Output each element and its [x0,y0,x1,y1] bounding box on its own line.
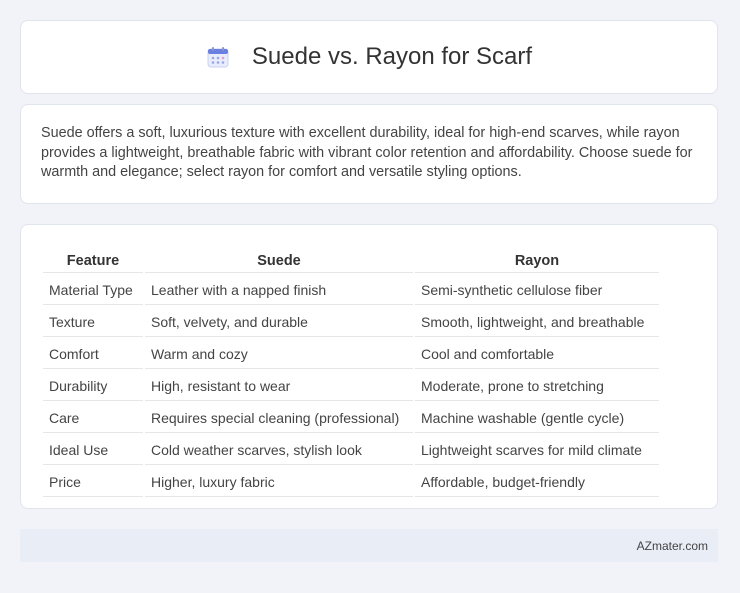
rayon-cell: Smooth, lightweight, and breathable [415,307,659,337]
table-row: Ideal Use Cold weather scarves, stylish … [43,435,659,465]
header-feature: Feature [43,247,143,273]
table-row: Texture Soft, velvety, and durable Smoot… [43,307,659,337]
header-rayon: Rayon [415,247,659,273]
feature-cell: Comfort [43,339,143,369]
rayon-cell: Affordable, budget-friendly [415,467,659,497]
feature-cell: Price [43,467,143,497]
table-row: Price Higher, luxury fabric Affordable, … [43,467,659,497]
header-card: Suede vs. Rayon for Scarf [20,20,718,94]
suede-cell: Leather with a napped finish [145,275,413,305]
footer-brand: AZmater.com [636,538,708,553]
rayon-cell: Machine washable (gentle cycle) [415,403,659,433]
suede-cell: Warm and cozy [145,339,413,369]
feature-cell: Durability [43,371,143,401]
header-suede: Suede [145,247,413,273]
rayon-cell: Moderate, prone to stretching [415,371,659,401]
intro-text: Suede offers a soft, luxurious texture w… [41,125,693,180]
feature-cell: Texture [43,307,143,337]
table-row: Care Requires special cleaning (professi… [43,403,659,433]
intro-card: Suede offers a soft, luxurious texture w… [20,104,718,204]
feature-cell: Ideal Use [43,435,143,465]
suede-cell: Higher, luxury fabric [145,467,413,497]
rayon-cell: Semi-synthetic cellulose fiber [415,275,659,305]
feature-cell: Material Type [43,275,143,305]
table-row: Durability High, resistant to wear Moder… [43,371,659,401]
suede-cell: Soft, velvety, and durable [145,307,413,337]
suede-cell: Requires special cleaning (professional) [145,403,413,433]
page-title: Suede vs. Rayon for Scarf [251,43,533,70]
table-header-row: Feature Suede Rayon [43,247,659,273]
table-card: Feature Suede Rayon Material Type Leathe… [20,224,718,509]
table-row: Material Type Leather with a napped fini… [43,275,659,305]
feature-cell: Care [43,403,143,433]
footer: AZmater.com [20,529,718,562]
comparison-table: Feature Suede Rayon Material Type Leathe… [41,245,661,499]
rayon-cell: Cool and comfortable [415,339,659,369]
suede-cell: High, resistant to wear [145,371,413,401]
rayon-cell: Lightweight scarves for mild climate [415,435,659,465]
table-row: Comfort Warm and cozy Cool and comfortab… [43,339,659,369]
suede-cell: Cold weather scarves, stylish look [145,435,413,465]
title-wrap: Suede vs. Rayon for Scarf [206,43,532,71]
calendar-icon [207,47,229,68]
